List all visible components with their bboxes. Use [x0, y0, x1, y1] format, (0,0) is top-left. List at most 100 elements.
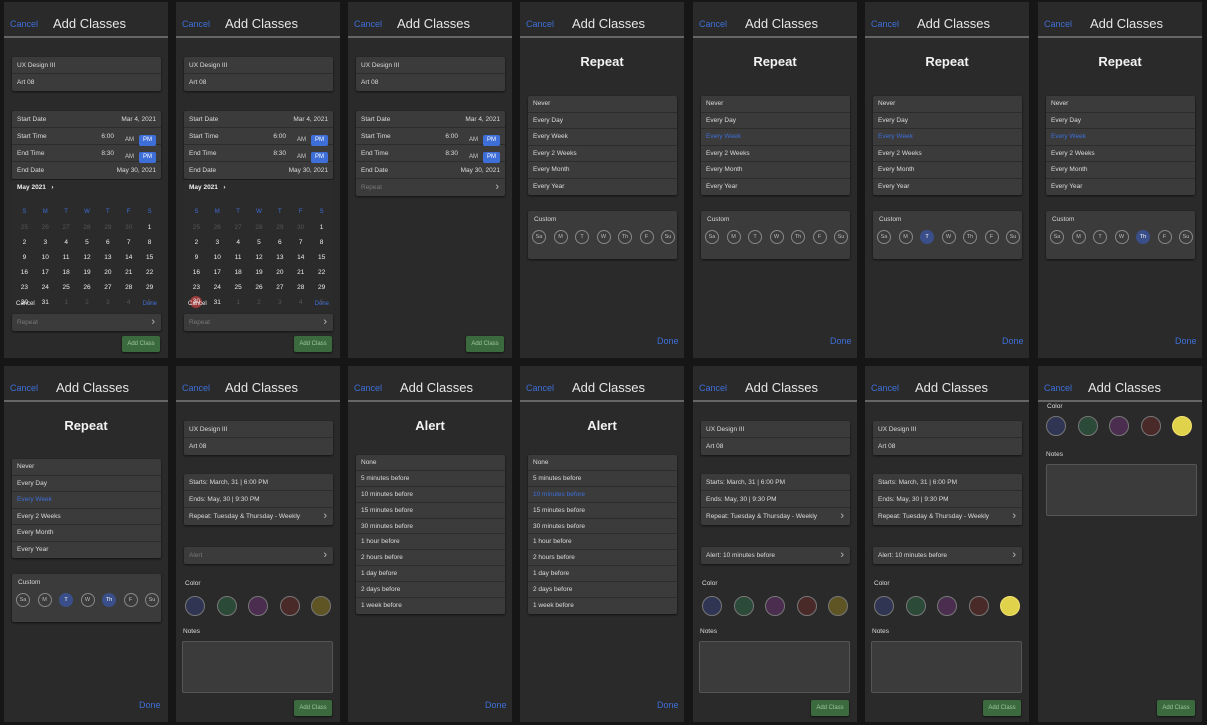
- calendar-day[interactable]: 22: [139, 265, 160, 280]
- calendar-day[interactable]: 6: [97, 235, 118, 250]
- add-class-button[interactable]: Add Class: [294, 336, 332, 352]
- alert-row[interactable]: Alert ›: [184, 547, 333, 564]
- color-swatch-yellow[interactable]: [1000, 596, 1020, 616]
- weekday-toggle[interactable]: Th: [618, 230, 632, 244]
- end-date-row[interactable]: End Date May 30, 2021: [12, 162, 161, 179]
- notes-field[interactable]: [699, 641, 850, 693]
- calendar-day[interactable]: 1: [311, 220, 332, 235]
- calendar-day[interactable]: 18: [228, 265, 249, 280]
- end-time-row[interactable]: End Time 8:30 AM PM: [356, 145, 505, 163]
- calendar-day[interactable]: 20: [97, 265, 118, 280]
- starts-row[interactable]: Starts: March, 31 | 6:00 PM: [701, 474, 850, 491]
- weekday-toggle[interactable]: W: [1114, 230, 1129, 244]
- cancel-button[interactable]: Cancel: [699, 383, 727, 393]
- starts-row[interactable]: Starts: March, 31 | 6:00 PM: [873, 474, 1022, 491]
- color-swatch-green[interactable]: [733, 596, 754, 616]
- calendar-day[interactable]: 26: [35, 220, 56, 235]
- next-month-icon[interactable]: ›: [223, 184, 225, 191]
- alert-option[interactable]: None: [528, 455, 677, 471]
- weekday-toggle[interactable]: F: [639, 230, 654, 244]
- start-date-row[interactable]: Start Date Mar 4, 2021: [356, 111, 505, 128]
- weekday-toggle[interactable]: T: [59, 593, 73, 607]
- start-time-row[interactable]: Start Time 6:00 AM PM: [356, 128, 505, 146]
- calendar-day[interactable]: 2: [186, 235, 207, 250]
- calendar-day[interactable]: 10: [207, 250, 228, 265]
- repeat-option[interactable]: Never: [1046, 96, 1195, 113]
- ends-row[interactable]: Ends: May, 30 | 9:30 PM: [873, 491, 1022, 508]
- done-button[interactable]: Done: [1175, 336, 1197, 346]
- calendar-day[interactable]: 28: [249, 220, 270, 235]
- alert-option[interactable]: 1 day before: [528, 566, 677, 583]
- calendar-day[interactable]: 23: [186, 280, 207, 295]
- calendar-day[interactable]: 17: [35, 265, 56, 280]
- weekday-toggle[interactable]: W: [769, 230, 784, 244]
- calendar-day[interactable]: 31: [207, 295, 228, 310]
- color-swatch-navy[interactable]: [185, 596, 205, 616]
- calendar-cancel-button[interactable]: Cancel: [16, 301, 35, 307]
- repeat-option[interactable]: Every 2 Weeks: [528, 146, 677, 162]
- color-swatch-red[interactable]: [796, 596, 817, 616]
- repeat-option[interactable]: Every Year: [873, 179, 1022, 196]
- repeat-option[interactable]: Never: [701, 96, 850, 113]
- end-time-row[interactable]: End Time 8:30 AM PM: [184, 145, 333, 163]
- calendar-day[interactable]: 4: [290, 295, 311, 310]
- calendar-day[interactable]: 12: [77, 250, 98, 265]
- class-name-field[interactable]: UX Design III: [873, 421, 1022, 438]
- calendar-day[interactable]: 8: [139, 235, 160, 250]
- add-class-button[interactable]: Add Class: [1157, 700, 1195, 716]
- calendar-day[interactable]: 21: [290, 265, 311, 280]
- add-class-button[interactable]: Add Class: [811, 700, 849, 716]
- repeat-option[interactable]: Every Week: [12, 492, 161, 509]
- room-field[interactable]: Art 08: [184, 74, 333, 91]
- calendar-day[interactable]: 4: [56, 235, 77, 250]
- repeat-summary-row[interactable]: Repeat: Tuesday & Thursday - Weekly ›: [184, 508, 333, 525]
- color-swatch-navy[interactable]: [702, 596, 722, 616]
- cancel-button[interactable]: Cancel: [1044, 383, 1072, 393]
- calendar-day[interactable]: 29: [139, 280, 160, 295]
- repeat-option[interactable]: Never: [528, 96, 677, 113]
- calendar-day[interactable]: 29: [97, 220, 118, 235]
- calendar-day[interactable]: 29: [269, 220, 290, 235]
- calendar-day[interactable]: 3: [269, 295, 290, 310]
- color-swatch-navy[interactable]: [874, 596, 894, 616]
- weekday-toggle[interactable]: M: [553, 230, 568, 244]
- calendar-day[interactable]: 25: [228, 280, 249, 295]
- calendar-day[interactable]: 24: [207, 280, 228, 295]
- weekday-toggle[interactable]: F: [123, 593, 138, 607]
- weekday-toggle[interactable]: M: [1071, 230, 1086, 244]
- repeat-summary-row[interactable]: Repeat: Tuesday & Thursday - Weekly ›: [873, 508, 1022, 525]
- calendar-day[interactable]: 26: [249, 280, 270, 295]
- calendar-month[interactable]: May 2021 ›: [189, 184, 226, 191]
- weekday-toggle[interactable]: F: [1157, 230, 1172, 244]
- weekday-toggle[interactable]: T: [1093, 230, 1107, 244]
- weekday-toggle[interactable]: Th: [1136, 230, 1150, 244]
- color-swatch-purple[interactable]: [765, 596, 785, 616]
- repeat-row[interactable]: Repeat ›: [12, 314, 161, 331]
- calendar-month[interactable]: May 2021 ›: [17, 184, 54, 191]
- weekday-toggle[interactable]: Su: [834, 230, 848, 244]
- starts-row[interactable]: Starts: March, 31 | 6:00 PM: [184, 474, 333, 491]
- end-time-row[interactable]: End Time 8:30 AM PM: [12, 145, 161, 163]
- calendar-day[interactable]: 3: [97, 295, 118, 310]
- alert-option[interactable]: 5 minutes before: [356, 471, 505, 487]
- done-button[interactable]: Done: [485, 700, 507, 710]
- add-class-button[interactable]: Add Class: [466, 336, 504, 352]
- cancel-button[interactable]: Cancel: [526, 383, 554, 393]
- alert-option[interactable]: 2 hours before: [528, 550, 677, 567]
- calendar-day[interactable]: 14: [290, 250, 311, 265]
- repeat-option[interactable]: Every Week: [1046, 129, 1195, 146]
- repeat-option[interactable]: Every Day: [873, 113, 1022, 129]
- repeat-option[interactable]: Every Month: [873, 162, 1022, 179]
- repeat-row[interactable]: Repeat ›: [356, 179, 505, 196]
- weekday-toggle[interactable]: W: [941, 230, 956, 244]
- calendar-day[interactable]: 2: [77, 295, 98, 310]
- repeat-option[interactable]: Every Year: [1046, 179, 1195, 196]
- calendar-day[interactable]: 18: [56, 265, 77, 280]
- cancel-button[interactable]: Cancel: [699, 19, 727, 29]
- done-button[interactable]: Done: [830, 336, 852, 346]
- class-name-field[interactable]: UX Design III: [356, 57, 505, 74]
- calendar-day[interactable]: 26: [77, 280, 98, 295]
- weekday-toggle[interactable]: Su: [145, 593, 159, 607]
- calendar-day[interactable]: 13: [97, 250, 118, 265]
- calendar-day[interactable]: 15: [139, 250, 160, 265]
